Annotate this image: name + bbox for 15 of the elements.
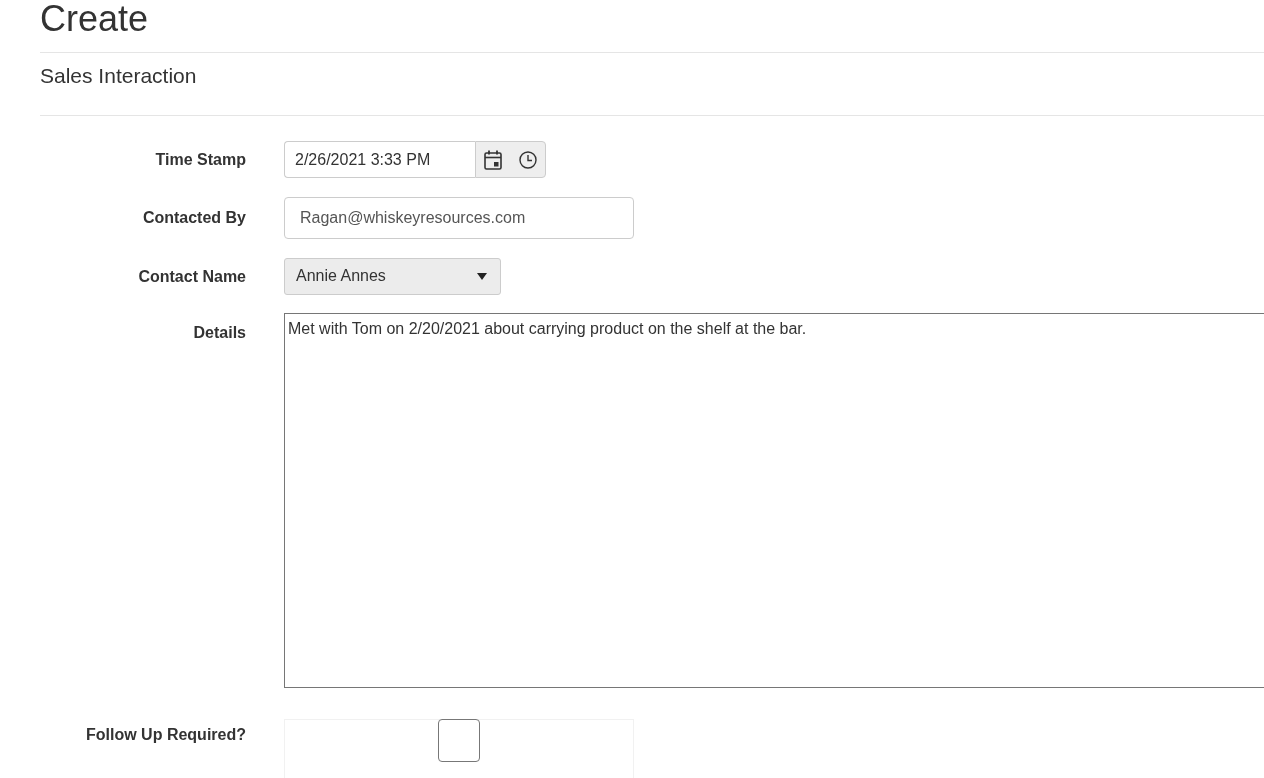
- field-label: Details: [193, 323, 246, 343]
- field-label: Follow Up Required?: [86, 725, 246, 745]
- clock-icon[interactable]: [519, 150, 537, 169]
- caret-icon: [477, 273, 487, 280]
- text-area[interactable]: Met with Tom on 2/20/2021 about carrying product on the shelf at the bar.: [284, 313, 1264, 688]
- date-time-field[interactable]: 2/26/2021 3:33 PM: [284, 141, 475, 178]
- section-heading: Sales Interaction: [40, 64, 197, 88]
- field-label: Contact Name: [138, 266, 246, 287]
- field-label: Time Stamp: [155, 149, 246, 170]
- text-field[interactable]: Ragan@whiskeyresources.com: [284, 197, 634, 239]
- field-label: Contacted By: [142, 208, 246, 228]
- checkbox[interactable]: [438, 719, 480, 762]
- page-title: Create: [40, 0, 149, 38]
- dropdown[interactable]: Annie Annes: [284, 258, 501, 295]
- calendar-icon[interactable]: [484, 149, 502, 170]
